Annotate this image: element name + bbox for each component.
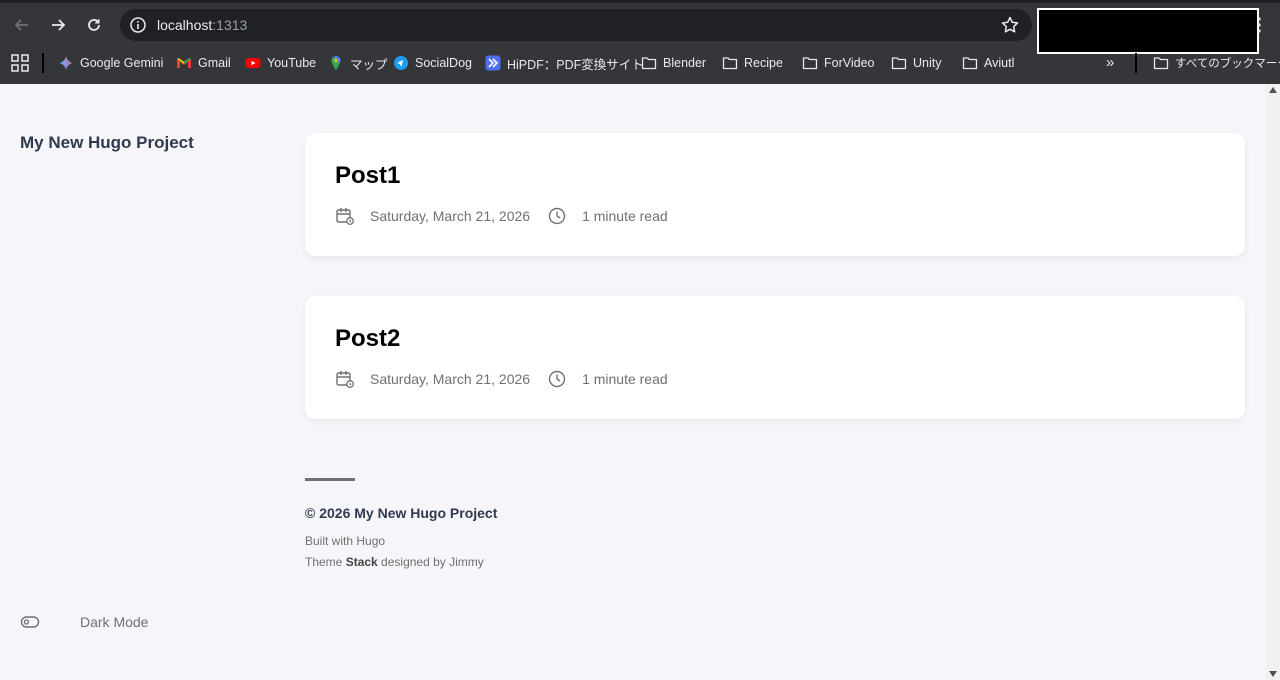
youtube-icon [245, 55, 261, 71]
toggle-off-icon [20, 612, 40, 632]
bookmark-folder-forvideo[interactable]: ForVideo [802, 52, 875, 74]
theme-prefix: Theme [305, 555, 346, 569]
address-bar[interactable]: localhost:1313 [120, 9, 1032, 41]
url-text[interactable]: localhost:1313 [157, 16, 247, 34]
bookmark-label: ForVideo [824, 56, 875, 70]
bookmark-label: Recipe [744, 56, 783, 70]
folder-icon [962, 55, 978, 71]
redacted-profile-area [1037, 8, 1259, 54]
bookmarks-overflow-button[interactable]: » [1106, 52, 1124, 74]
url-host: localhost [157, 17, 213, 33]
menu-kebab-icon[interactable] [1254, 12, 1264, 38]
bookmark-folder-unity[interactable]: Unity [891, 52, 941, 74]
post-title[interactable]: Post2 [335, 325, 400, 353]
browser-chrome: localhost:1313 Google Gemini Gmail YouTu… [0, 0, 1280, 84]
theme-name-link[interactable]: Stack [346, 555, 378, 569]
maps-icon [328, 55, 344, 71]
socialdog-icon [393, 55, 409, 71]
gmail-icon [176, 55, 192, 71]
vertical-scrollbar[interactable] [1266, 84, 1280, 680]
bookmark-label: Google Gemini [80, 56, 164, 70]
bookmark-label: SocialDog [415, 56, 472, 70]
footer-copyright: © 2026 My New Hugo Project [305, 505, 498, 521]
arrow-left-icon [14, 19, 28, 31]
dark-mode-toggle[interactable]: Dark Mode [20, 612, 148, 632]
apps-grid-icon[interactable] [11, 54, 29, 72]
clock-icon [547, 369, 567, 389]
bookmark-label: YouTube [267, 56, 317, 70]
bookmarks-bar: Google Gemini Gmail YouTube マップ SocialDo… [0, 50, 1280, 76]
scroll-up-arrow-icon[interactable] [1269, 87, 1277, 93]
all-bookmarks-button[interactable]: すべてのブックマーク [1153, 52, 1280, 74]
post-date: Saturday, March 21, 2026 [370, 371, 531, 387]
bookmark-separator [1135, 53, 1137, 73]
post-meta: Saturday, March 21, 2026 1 minute read [335, 369, 668, 389]
bookmark-maps[interactable]: マップ [328, 52, 388, 74]
bookmark-label: HiPDF：PDF変換サイト [507, 57, 644, 72]
forward-button[interactable] [45, 12, 71, 38]
calendar-icon [335, 369, 355, 389]
bookmark-separator [42, 53, 44, 73]
bookmark-gmail[interactable]: Gmail [176, 52, 231, 74]
bookmark-google-gemini[interactable]: Google Gemini [58, 52, 163, 74]
bookmark-hipdf[interactable]: HiPDF：PDF変換サイト [485, 52, 644, 74]
bookmark-folder-blender[interactable]: Blender [641, 52, 706, 74]
post-title[interactable]: Post1 [335, 162, 400, 190]
footer-built-with[interactable]: Built with Hugo [305, 534, 385, 548]
footer-divider [305, 478, 355, 481]
url-port: :1313 [212, 17, 248, 33]
post-read-time: 1 minute read [582, 208, 668, 224]
post-card[interactable]: Post1 Saturday, March 21, 2026 1 minute … [305, 133, 1245, 256]
folder-icon [891, 55, 907, 71]
bookmark-label: Unity [913, 56, 942, 70]
calendar-icon [335, 206, 355, 226]
bookmark-folder-aviutl[interactable]: Aviutl [962, 52, 1014, 74]
post-card[interactable]: Post2 Saturday, March 21, 2026 1 minute … [305, 296, 1245, 419]
hipdf-icon [485, 55, 501, 71]
reload-button[interactable] [81, 12, 107, 38]
reload-icon [88, 19, 100, 31]
bookmark-label: マップ [350, 57, 388, 72]
bookmark-label: Blender [663, 56, 707, 70]
bookmark-star-icon[interactable] [1000, 15, 1020, 35]
bookmark-label: Gmail [198, 56, 231, 70]
page-viewport: My New Hugo Project Post1 Saturday, Marc… [0, 84, 1266, 680]
scroll-down-arrow-icon[interactable] [1269, 671, 1277, 677]
bookmark-folder-recipe[interactable]: Recipe [722, 52, 783, 74]
folder-icon [1153, 55, 1169, 71]
site-name[interactable]: My New Hugo Project [20, 133, 194, 153]
folder-icon [641, 55, 657, 71]
bookmark-youtube[interactable]: YouTube [245, 52, 316, 74]
footer-theme-credit: Theme Stack designed by Jimmy [305, 555, 484, 569]
tab-strip-edge [0, 0, 1280, 3]
post-meta: Saturday, March 21, 2026 1 minute read [335, 206, 668, 226]
back-button[interactable] [9, 12, 35, 38]
gemini-icon [58, 55, 74, 71]
folder-icon [722, 55, 738, 71]
all-bookmarks-label: すべてのブックマーク [1175, 58, 1280, 70]
folder-icon [802, 55, 818, 71]
clock-icon [547, 206, 567, 226]
theme-suffix: designed by Jimmy [377, 555, 484, 569]
site-info-icon[interactable] [129, 16, 147, 34]
bookmark-label: Aviutl [984, 56, 1015, 70]
post-read-time: 1 minute read [582, 371, 668, 387]
post-date: Saturday, March 21, 2026 [370, 208, 531, 224]
arrow-right-icon [52, 19, 66, 31]
dark-mode-label: Dark Mode [80, 614, 149, 630]
bookmark-socialdog[interactable]: SocialDog [393, 52, 472, 74]
